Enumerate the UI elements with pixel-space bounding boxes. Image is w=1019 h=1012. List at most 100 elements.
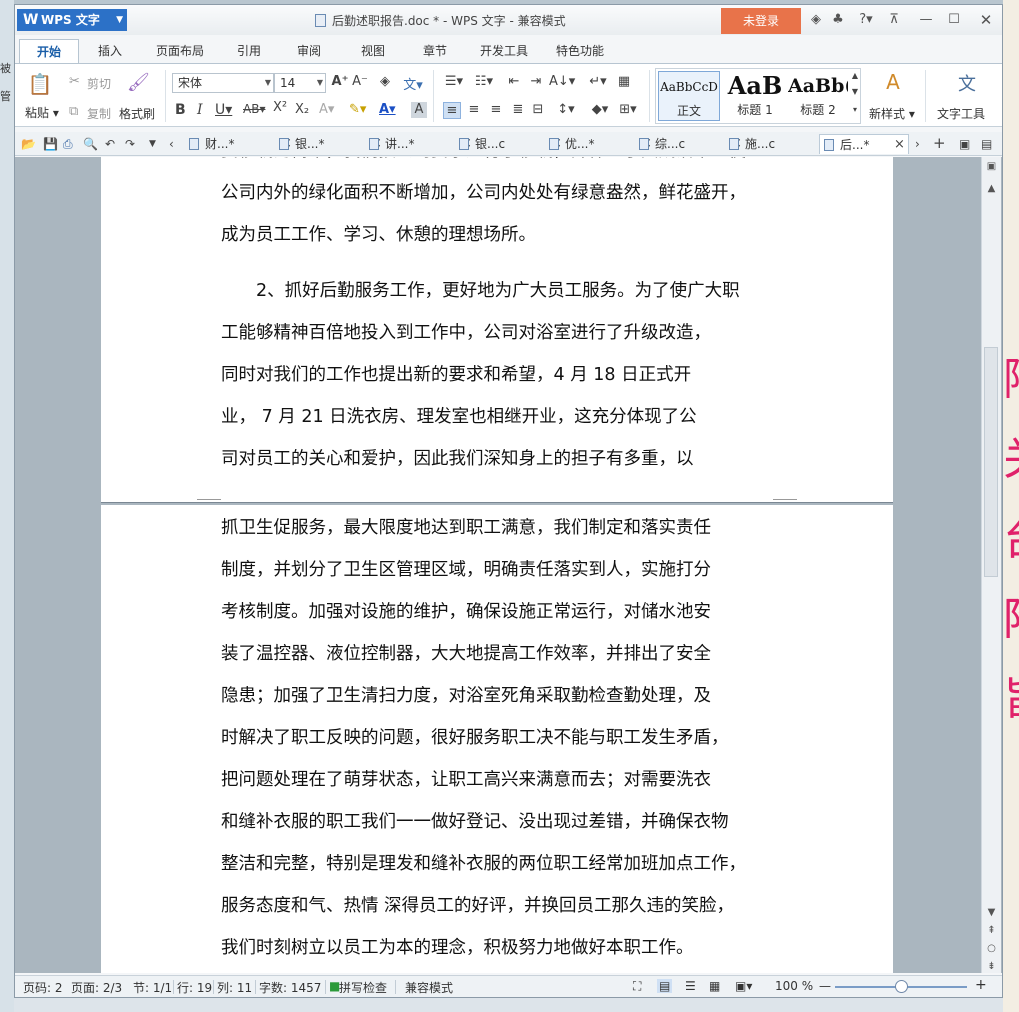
login-button[interactable]: 未登录	[721, 8, 801, 34]
align-center-icon[interactable]: ≡	[465, 102, 483, 117]
open-icon[interactable]: 📂	[21, 137, 36, 151]
style-normal[interactable]: AaBbCcD 正文	[658, 71, 720, 121]
page-view-icon[interactable]: ▤	[657, 979, 673, 993]
previous-page-icon[interactable]: ⇞	[982, 925, 1001, 936]
border-icon[interactable]: ⊞▾	[615, 102, 641, 117]
shirt-icon[interactable]: ♣	[829, 11, 847, 29]
tab-insert[interactable]: 插入	[85, 39, 135, 63]
close-tab-icon[interactable]: ×	[894, 135, 905, 155]
split-view-icon[interactable]: ▣	[982, 161, 1001, 172]
char-shading-icon[interactable]: A	[411, 102, 427, 118]
distributed-icon[interactable]: ⊟	[529, 102, 547, 117]
document-page[interactable]: 要移栽的树木，我们按公司要求进行了移栽，并保证了其成活率。使公司内外的绿化面积不…	[101, 157, 893, 508]
shrink-font-icon[interactable]: A⁻	[351, 74, 369, 89]
style-more-icon[interactable]: ▾	[850, 105, 860, 114]
doc-tab[interactable]: 综...c×	[639, 134, 743, 154]
text-tools-button[interactable]: 文字工具	[937, 105, 985, 122]
font-name-select[interactable]: 宋体 ▼	[172, 73, 274, 93]
bullet-list-icon[interactable]: ☰▾	[441, 74, 467, 89]
document-page[interactable]: 抓卫生促服务，最大限度地达到职工满意，我们制定和落实责任 制度，并划分了卫生区管理…	[101, 505, 893, 973]
strikethrough-icon[interactable]: AB▾	[243, 102, 265, 116]
italic-icon[interactable]: I	[197, 102, 203, 118]
cut-icon[interactable]: ✂	[69, 74, 80, 89]
line-spacing-icon[interactable]: ↕▾	[553, 102, 579, 117]
wps-menu-button[interactable]: W WPS 文字 ▼	[17, 9, 127, 31]
doc-tab[interactable]: 银...c×	[459, 134, 563, 154]
help-icon[interactable]: ?▾	[853, 11, 879, 29]
decrease-indent-icon[interactable]: ⇤	[505, 74, 523, 89]
doc-tab[interactable]: 财...*×	[189, 134, 293, 154]
web-view-icon[interactable]: ▦	[709, 979, 720, 993]
tab-chapter[interactable]: 章节	[411, 39, 459, 63]
phonetic-guide-icon[interactable]: 文▾	[399, 74, 427, 93]
new-tab-icon[interactable]: +	[933, 134, 946, 152]
increase-indent-icon[interactable]: ⇥	[527, 74, 545, 89]
zoom-level[interactable]: 100 %	[775, 979, 813, 993]
superscript-icon[interactable]: X²	[273, 100, 287, 115]
style-scroll-down-icon[interactable]: ▼	[850, 87, 860, 96]
text-tools-icon[interactable]: 文	[955, 70, 979, 96]
tab-view[interactable]: 视图	[349, 39, 397, 63]
new-style-icon[interactable]: A	[881, 70, 905, 94]
minimize-icon[interactable]: —	[917, 11, 935, 29]
print-preview-icon[interactable]: 🔍	[83, 137, 98, 151]
tab-home[interactable]: 开始	[19, 39, 79, 63]
status-row[interactable]: 行: 19	[177, 979, 212, 996]
style-scroll-up-icon[interactable]: ▲	[850, 71, 860, 80]
maximize-icon[interactable]: ☐	[945, 11, 963, 29]
align-left-icon[interactable]: ≡	[443, 102, 461, 119]
document-workspace[interactable]: 要移栽的树木，我们按公司要求进行了移栽，并保证了其成活率。使公司内外的绿化面积不…	[15, 157, 1002, 973]
table-icon[interactable]: ▦	[615, 74, 633, 89]
scroll-down-icon[interactable]: ▼	[982, 907, 1001, 918]
new-style-button[interactable]: 新样式 ▾	[869, 105, 915, 122]
doc-tab[interactable]: 施...c×	[729, 134, 833, 154]
underline-icon[interactable]: U▾	[215, 102, 232, 118]
print-icon[interactable]: ⎙	[63, 137, 73, 152]
show-marks-icon[interactable]: ↵▾	[585, 74, 611, 89]
text-effect-icon[interactable]: A▾	[319, 102, 334, 117]
tab-review[interactable]: 审阅	[285, 39, 333, 63]
customize-quick-access-icon[interactable]: ▼	[149, 139, 156, 149]
status-word-count[interactable]: 字数: 1457	[259, 979, 321, 996]
doc-tab[interactable]: 讲...*×	[369, 134, 473, 154]
scroll-up-icon[interactable]: ▲	[982, 183, 1001, 194]
undo-icon[interactable]: ↶	[105, 137, 115, 151]
style-heading-1[interactable]: AaB 标题 1	[724, 71, 786, 121]
tab-page-layout[interactable]: 页面布局	[145, 39, 215, 63]
reading-view-icon[interactable]: ▣▾	[735, 979, 752, 993]
status-page-code[interactable]: 页码: 2	[23, 979, 63, 996]
zoom-out-icon[interactable]: —	[819, 979, 831, 993]
zoom-slider-handle[interactable]	[895, 980, 908, 993]
shading-icon[interactable]: ◆▾	[587, 102, 613, 117]
tab-scroll-right-icon[interactable]: ›	[915, 137, 920, 151]
doc-tab-active[interactable]: 后...* ×	[819, 134, 909, 154]
tab-menu-icon[interactable]: ▤	[981, 137, 992, 151]
tab-references[interactable]: 引用	[225, 39, 273, 63]
copy-button[interactable]: 复制	[87, 105, 111, 122]
outline-view-icon[interactable]: ☰	[685, 979, 696, 993]
paste-icon[interactable]: 📋	[27, 72, 53, 98]
skin-icon[interactable]: ◈	[807, 11, 825, 29]
redo-icon[interactable]: ↷	[125, 137, 135, 151]
doc-tab[interactable]: 优...*×	[549, 134, 653, 154]
close-icon[interactable]: ✕	[977, 11, 995, 29]
status-column[interactable]: 列: 11	[217, 979, 252, 996]
font-color-icon[interactable]: A▾	[379, 102, 396, 117]
numbered-list-icon[interactable]: ☷▾	[471, 74, 497, 89]
zoom-in-icon[interactable]: +	[975, 977, 987, 993]
tab-scroll-left-icon[interactable]: ‹	[169, 137, 174, 151]
collapse-ribbon-icon[interactable]: ⊼	[885, 11, 903, 29]
status-section[interactable]: 节: 1/1	[133, 979, 172, 996]
tab-special[interactable]: 特色功能	[547, 39, 613, 63]
format-painter-button[interactable]: 格式刷	[119, 105, 155, 122]
subscript-icon[interactable]: X₂	[295, 102, 309, 117]
spell-check-button[interactable]: 拼写检查	[339, 979, 387, 996]
next-page-icon[interactable]: ⇟	[982, 961, 1001, 972]
doc-tab[interactable]: 银...*×	[279, 134, 383, 154]
vertical-scrollbar[interactable]: ▣ ▲ ▼ ⇞ ○ ⇟	[981, 157, 1001, 973]
justify-icon[interactable]: ≣	[509, 102, 527, 117]
full-screen-icon[interactable]: ⛶	[633, 979, 641, 994]
copy-icon[interactable]: ⧉	[69, 104, 78, 119]
sort-icon[interactable]: A↓▾	[549, 74, 575, 89]
tab-list-icon[interactable]: ▣	[959, 137, 970, 151]
